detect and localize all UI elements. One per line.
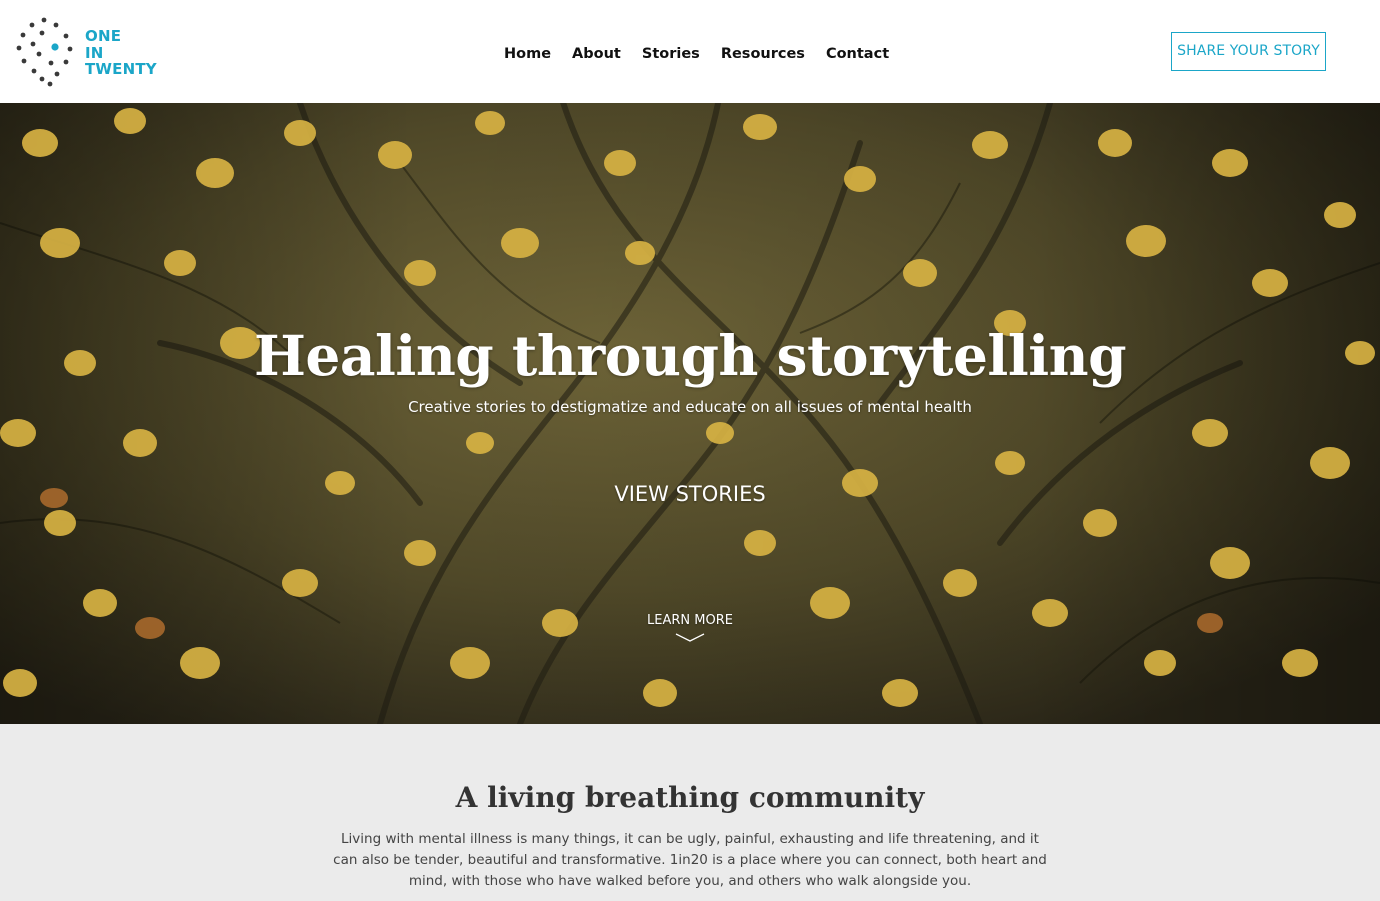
site-header: ONE IN TWENTY Home About Stories Resourc… xyxy=(0,0,1380,103)
learn-more-link[interactable]: LEARN MORE xyxy=(630,611,750,651)
view-stories-button[interactable]: VIEW STORIES xyxy=(590,475,790,513)
share-your-story-button[interactable]: SHARE YOUR STORY xyxy=(1171,32,1326,71)
logo-line: TWENTY xyxy=(85,60,157,78)
hero-section: Healing through storytelling Creative st… xyxy=(0,103,1380,724)
chevron-down-icon xyxy=(675,633,705,642)
community-section: A living breathing community Living with… xyxy=(0,724,1380,901)
nav-item-home[interactable]: Home xyxy=(504,44,551,64)
community-title: A living breathing community xyxy=(455,781,925,814)
dotted-circle-logo-icon xyxy=(16,17,73,87)
nav-item-resources[interactable]: Resources xyxy=(721,44,805,64)
logo-line: ONE xyxy=(85,27,122,45)
community-description: Living with mental illness is many thing… xyxy=(333,831,1047,889)
nav-item-stories[interactable]: Stories xyxy=(642,44,700,64)
logo-line: IN xyxy=(85,43,104,62)
hero-subtitle: Creative stories to destigmatize and edu… xyxy=(408,398,972,416)
learn-more-label: LEARN MORE xyxy=(647,613,733,628)
nav-item-contact[interactable]: Contact xyxy=(826,44,889,64)
nav-item-about[interactable]: About xyxy=(572,44,621,64)
hero-title: Healing through storytelling xyxy=(253,323,1127,388)
main-nav: Home About Stories Resources Contact xyxy=(504,44,889,64)
logo-wordmark: ONE IN TWENTY xyxy=(85,28,157,78)
site-logo[interactable]: ONE IN TWENTY xyxy=(15,16,165,88)
